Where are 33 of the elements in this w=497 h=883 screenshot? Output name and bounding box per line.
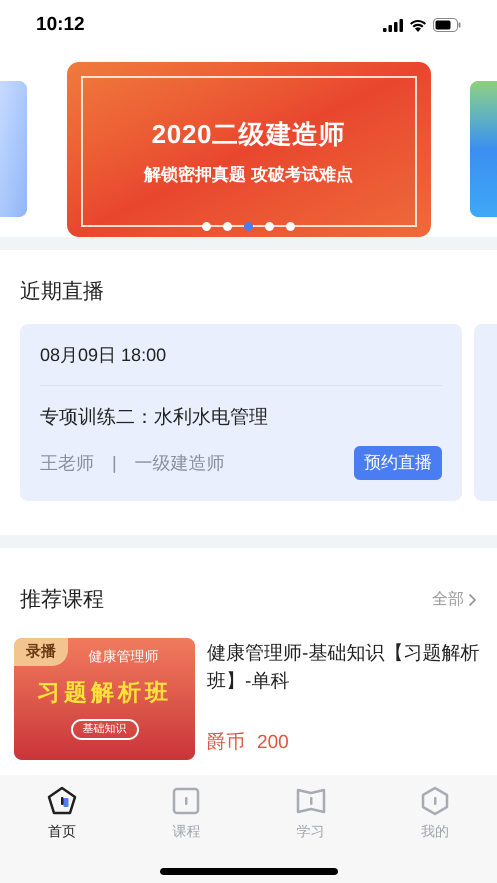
thumbnail-caption: 健康管理师 (88, 646, 158, 666)
banner-title: 2020二级建造师 (152, 118, 346, 152)
reserve-button[interactable]: 预约直播 (354, 446, 442, 480)
square-icon (170, 785, 202, 817)
thumbnail-tag: 基础知识 (70, 719, 138, 740)
teacher-name: 王老师 (40, 452, 94, 474)
battery-icon (433, 18, 461, 32)
banner-slide[interactable]: 2020二级建造师 解锁密押真题 攻破考试难点 (66, 62, 430, 237)
chevron-right-icon (468, 592, 477, 607)
price: 200 (257, 731, 289, 755)
banner-slide[interactable] (470, 81, 497, 217)
live-card[interactable]: 08月09日 18:00 专项训练二：水利水电管理 王老师 | 一级建造师 预约直播 (20, 324, 462, 500)
recorded-badge: 录播 (14, 638, 68, 666)
course-title[interactable]: 健康管理师-基础知识【习题解析班】-单科 (207, 640, 483, 696)
pentagon-icon (46, 785, 78, 817)
exam-category: 一级建造师 (134, 452, 225, 474)
section-heading: 近期直播 (19, 279, 105, 305)
course-thumbnail[interactable]: 录播 健康管理师 习题解析班 基础知识 (14, 638, 195, 760)
separator: | (112, 452, 117, 475)
banner-subtitle: 解锁密押真题 攻破考试难点 (144, 164, 353, 186)
view-all-link[interactable]: 全部 (432, 588, 477, 612)
wifi-icon (409, 18, 427, 32)
tab-item[interactable]: 课程 (124, 785, 248, 842)
thumbnail-title: 习题解析班 (37, 678, 172, 706)
live-title: 专项训练二：水利水电管理 (40, 406, 269, 430)
status-time: 10:12 (36, 12, 85, 37)
tab-item[interactable]: 首页 (0, 785, 124, 842)
live-datetime: 08月09日 18:00 (40, 344, 168, 366)
signal-icon (383, 18, 403, 32)
tab-item[interactable]: 学习 (248, 785, 373, 842)
section-heading: 推荐课程 (20, 587, 104, 613)
price-label: 爵币 (207, 731, 245, 755)
tab-item[interactable]: 我的 (372, 785, 497, 842)
